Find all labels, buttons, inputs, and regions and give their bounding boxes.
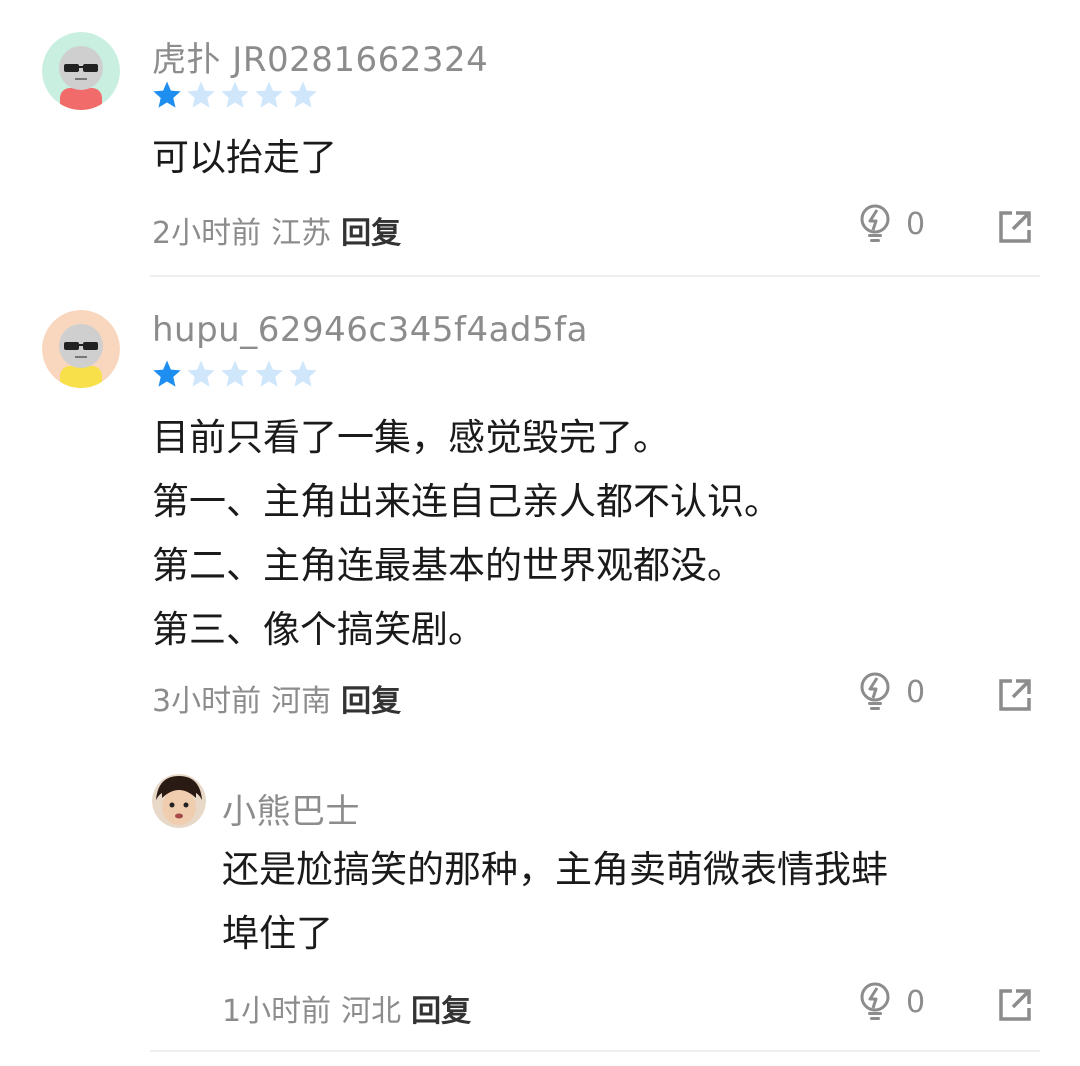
like-button[interactable]: 0 <box>858 982 925 1022</box>
user-avatar[interactable] <box>42 32 120 110</box>
star-empty-icon <box>220 80 250 110</box>
lightbulb-icon <box>858 672 892 712</box>
rating-stars <box>152 359 318 389</box>
share-icon[interactable] <box>998 678 1032 712</box>
username[interactable]: 小熊巴士 <box>222 784 360 833</box>
comment-region: 河北 <box>341 994 402 1029</box>
divider <box>150 275 1040 277</box>
comment-item: hupu_62946c345f4ad5fa 目前只看了一集，感觉毁完了。 第一、… <box>0 280 1080 720</box>
star-empty-icon <box>254 359 284 389</box>
share-icon[interactable] <box>998 210 1032 244</box>
comment-meta: 3小时前 河南 回复 <box>152 676 401 720</box>
lightbulb-icon <box>858 204 892 244</box>
comment-line: 还是尬搞笑的那种，主角卖萌微表情我蚌 <box>222 848 888 891</box>
comment-text: 目前只看了一集，感觉毁完了。 第一、主角出来连自己亲人都不认识。 第二、主角连最… <box>152 406 781 662</box>
comment-line: 目前只看了一集，感觉毁完了。 <box>152 416 670 459</box>
share-icon[interactable] <box>998 988 1032 1022</box>
like-count: 0 <box>906 674 926 710</box>
comment-line: 埠住了 <box>222 912 333 955</box>
star-empty-icon <box>220 359 250 389</box>
comment-item: 虎扑 JR0281662324 可以抬走了 2小时前 江苏 回复 0 <box>0 0 1080 280</box>
reply-button[interactable]: 回复 <box>341 216 401 251</box>
divider <box>150 1050 1040 1052</box>
star-empty-icon <box>288 80 318 110</box>
comment-time: 3小时前 <box>152 684 262 719</box>
comment-time: 2小时前 <box>152 216 262 251</box>
star-filled-icon <box>152 80 182 110</box>
comment-line: 第一、主角出来连自己亲人都不认识。 <box>152 480 781 523</box>
like-count: 0 <box>906 206 926 242</box>
username[interactable]: hupu_62946c345f4ad5fa <box>152 310 588 350</box>
lightbulb-icon <box>858 982 892 1022</box>
user-avatar[interactable] <box>152 774 206 828</box>
reply-button[interactable]: 回复 <box>411 994 471 1029</box>
star-empty-icon <box>288 359 318 389</box>
username[interactable]: 虎扑 JR0281662324 <box>152 32 488 81</box>
user-avatar[interactable] <box>42 310 120 388</box>
comment-line: 可以抬走了 <box>152 136 337 179</box>
star-filled-icon <box>152 359 182 389</box>
comment-text: 还是尬搞笑的那种，主角卖萌微表情我蚌 埠住了 <box>222 838 888 966</box>
star-empty-icon <box>186 359 216 389</box>
like-button[interactable]: 0 <box>858 672 925 712</box>
like-count: 0 <box>906 984 926 1020</box>
star-empty-icon <box>186 80 216 110</box>
comment-meta: 2小时前 江苏 回复 <box>152 208 401 252</box>
comment-line: 第三、像个搞笑剧。 <box>152 608 485 651</box>
comment-text: 可以抬走了 <box>152 126 337 190</box>
comment-meta: 1小时前 河北 回复 <box>222 986 471 1030</box>
comment-region: 江苏 <box>271 216 332 251</box>
rating-stars <box>152 80 318 110</box>
reply-item: 小熊巴士 还是尬搞笑的那种，主角卖萌微表情我蚌 埠住了 1小时前 河北 回复 0 <box>0 760 1080 1050</box>
comment-time: 1小时前 <box>222 994 332 1029</box>
like-button[interactable]: 0 <box>858 204 925 244</box>
comment-region: 河南 <box>271 684 332 719</box>
star-empty-icon <box>254 80 284 110</box>
reply-button[interactable]: 回复 <box>341 684 401 719</box>
comment-line: 第二、主角连最基本的世界观都没。 <box>152 544 744 587</box>
